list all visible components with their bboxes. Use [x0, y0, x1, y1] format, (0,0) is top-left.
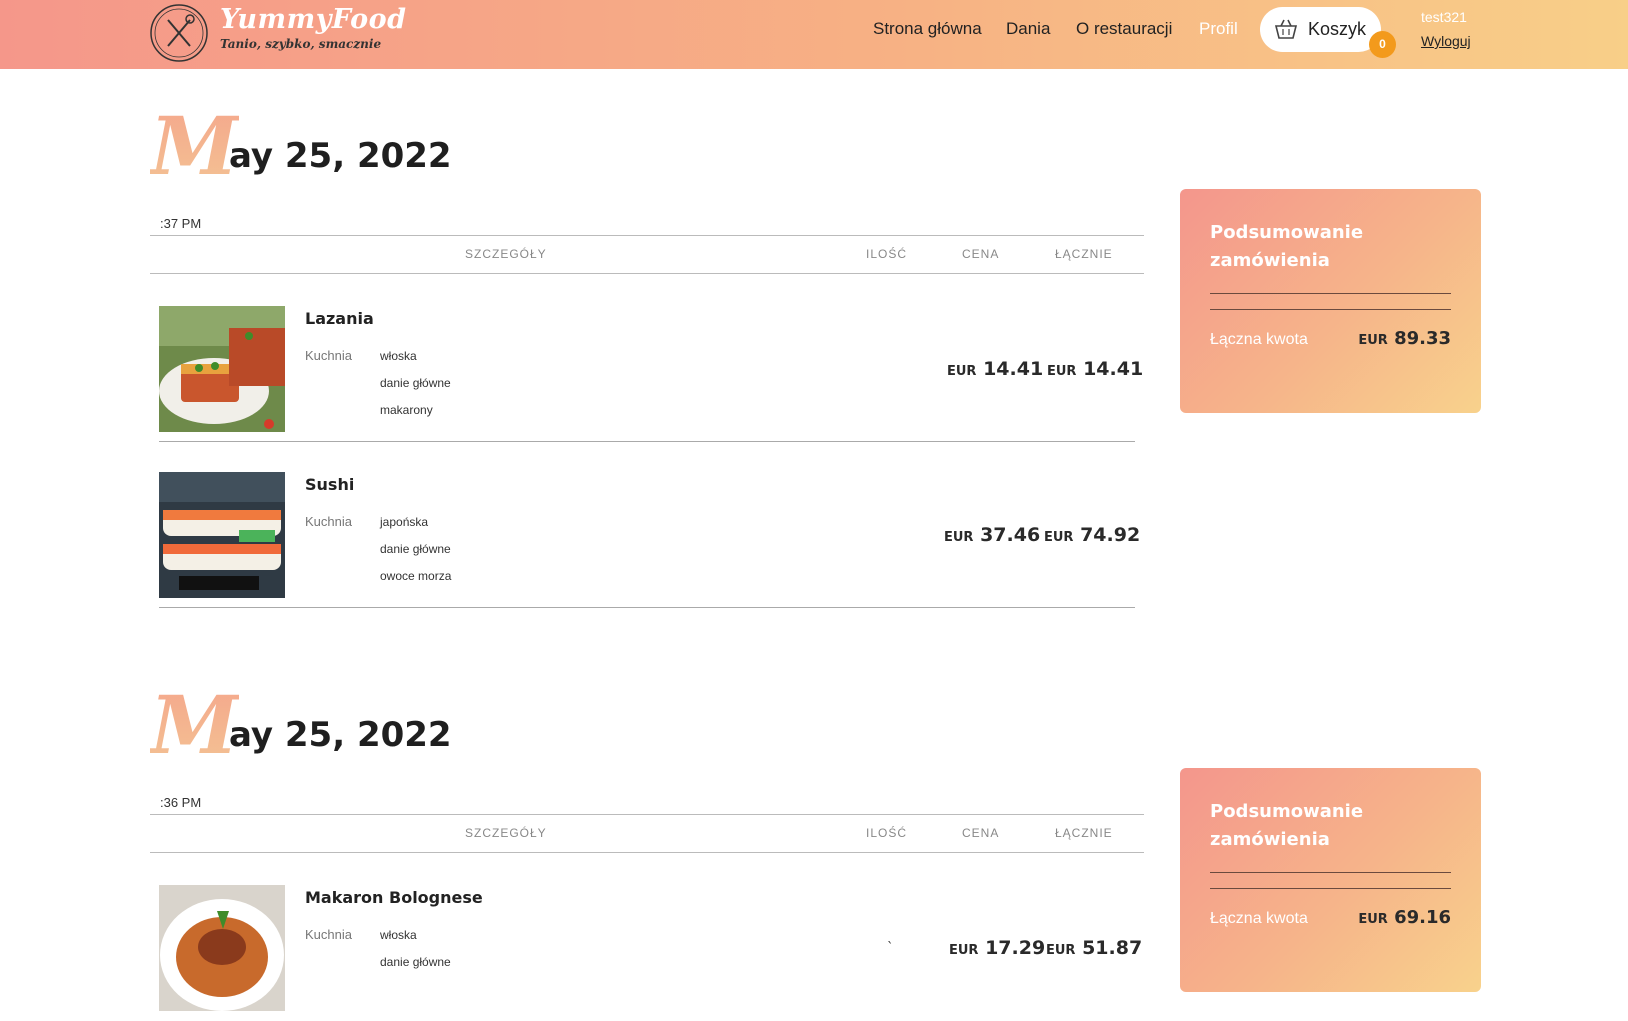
order-date-initial: M [150, 99, 239, 193]
dish-price: EUR 17.29 [949, 937, 1046, 959]
dish-price: EUR 37.46 [944, 524, 1041, 546]
nav-home-link[interactable]: Strona główna [873, 19, 982, 39]
header-details: Szczegóły [465, 247, 547, 261]
logout-link[interactable]: Wyloguj [1421, 33, 1471, 49]
order-summary-card: Podsumowanie zamówienia Łączna kwota EUR… [1180, 768, 1481, 992]
summary-divider [1210, 293, 1451, 294]
top-navbar: YummyFood Tanio, szybko, smacznie Strona… [0, 0, 1628, 69]
cart-label: Koszyk [1308, 19, 1367, 39]
cuisine-label: Kuchnia [305, 348, 352, 363]
dish-tag: makarony [380, 403, 433, 417]
order-time: :37 PM [160, 216, 202, 231]
dish-quantity: ` [887, 941, 894, 956]
cart-button[interactable]: Koszyk [1260, 7, 1381, 52]
basket-icon [1274, 19, 1298, 39]
order-summary-card: Podsumowanie zamówienia Łączna kwota EUR… [1180, 189, 1481, 413]
cart-count-badge: 0 [1369, 31, 1396, 58]
logo-icon[interactable] [148, 2, 210, 64]
dish-image-lazania[interactable] [159, 306, 285, 432]
summary-total-amount: EUR 89.33 [1358, 328, 1451, 349]
cuisine-label: Kuchnia [305, 927, 352, 942]
brand-tagline: Tanio, szybko, smacznie [220, 37, 382, 51]
summary-divider [1210, 309, 1451, 310]
dish-total: EUR 74.92 [1044, 524, 1141, 546]
dish-name: Lazania [305, 309, 374, 328]
dish-tag: danie główne [380, 542, 451, 556]
dish-tag: japońska [380, 515, 429, 529]
dish-tag: danie główne [380, 376, 451, 390]
order-date: ay 25, 2022 [229, 136, 452, 176]
summary-divider [1210, 888, 1451, 889]
order-date: ay 25, 2022 [229, 715, 452, 755]
order-time: :36 PM [160, 795, 202, 810]
brand-name[interactable]: YummyFood [220, 4, 406, 35]
order-item-row: Sushi Kuchnia japońska danie główne owoc… [159, 442, 1140, 608]
cuisine-label: Kuchnia [305, 514, 352, 529]
header-quantity: Ilość [866, 826, 908, 840]
dish-image-bolognese[interactable] [159, 885, 285, 1011]
order-item-row: Lazania Kuchnia włoska danie główne maka… [159, 276, 1143, 442]
dish-tag: włoska [380, 349, 417, 363]
nav-profile-link[interactable]: Profil [1199, 19, 1238, 39]
summary-total-label: Łączna kwota [1210, 331, 1308, 348]
dish-total: EUR 51.87 [1046, 937, 1143, 959]
nav-about-link[interactable]: O restauracji [1076, 19, 1172, 39]
header-total: Łącznie [1055, 826, 1113, 840]
order-item-row: Makaron Bolognese Kuchnia włoska danie g… [159, 855, 1142, 1021]
dish-tag: owoce morza [380, 569, 452, 583]
header-quantity: Ilość [866, 247, 908, 261]
username: test321 [1421, 9, 1467, 25]
order-table-header: Szczegóły Ilość Cena Łącznie [150, 235, 1144, 274]
summary-title: Podsumowanie zamówienia [1210, 801, 1364, 850]
dish-price: EUR 14.41 [947, 358, 1044, 380]
dish-name: Sushi [305, 475, 355, 494]
header-price: Cena [962, 247, 1000, 261]
summary-title: Podsumowanie zamówienia [1210, 222, 1364, 271]
summary-divider [1210, 872, 1451, 873]
dish-total: EUR 14.41 [1047, 358, 1144, 380]
dish-tag: danie główne [380, 955, 451, 969]
dish-tag: włoska [380, 928, 417, 942]
order-date-initial: M [150, 678, 239, 772]
header-price: Cena [962, 826, 1000, 840]
dish-name: Makaron Bolognese [305, 888, 483, 907]
summary-total-amount: EUR 69.16 [1358, 907, 1451, 928]
header-details: Szczegóły [465, 826, 547, 840]
summary-total-label: Łączna kwota [1210, 910, 1308, 927]
nav-dishes-link[interactable]: Dania [1006, 19, 1050, 39]
header-total: Łącznie [1055, 247, 1113, 261]
order-table-header: Szczegóły Ilość Cena Łącznie [150, 814, 1144, 853]
dish-image-sushi[interactable] [159, 472, 285, 598]
